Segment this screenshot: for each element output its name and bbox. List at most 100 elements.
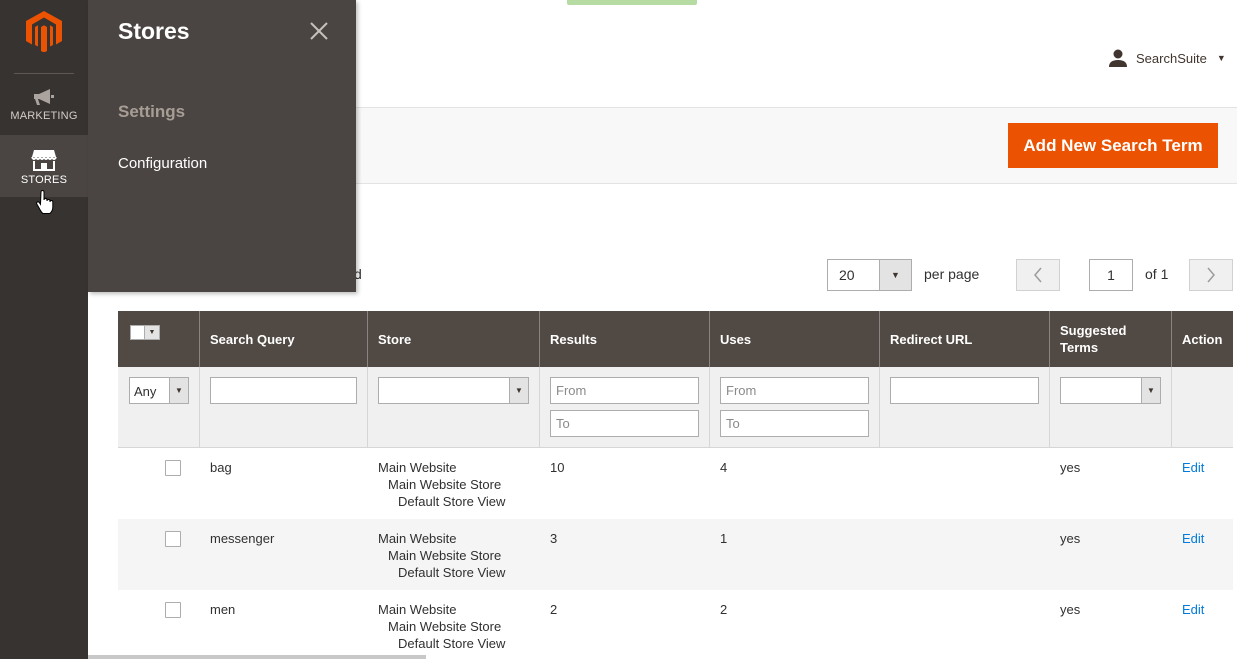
flyout-link-configuration[interactable]: Configuration <box>118 155 207 172</box>
cell-store: Main Website Main Website Store Default … <box>368 590 540 659</box>
edit-link[interactable]: Edit <box>1182 460 1204 475</box>
cell-action: Edit <box>1172 590 1233 659</box>
store-view: Default Store View <box>398 565 506 580</box>
results-to-input[interactable] <box>550 410 699 437</box>
massaction-filter-select[interactable]: Any ▼ <box>129 377 189 404</box>
header-suggested-terms[interactable]: Suggested Terms <box>1050 311 1172 367</box>
store-group: Main Website Store <box>388 477 502 492</box>
chevron-down-icon[interactable]: ▼ <box>879 260 911 290</box>
cell-uses: 1 <box>720 531 728 546</box>
row-checkbox[interactable] <box>165 531 181 547</box>
row-checkbox[interactable] <box>165 602 181 618</box>
cell-store: Main Website Main Website Store Default … <box>368 448 540 519</box>
cell-results: 10 <box>550 460 565 475</box>
cell-redirect-url <box>880 519 1050 590</box>
cell-redirect-url <box>880 448 1050 519</box>
redirect-url-filter-input[interactable] <box>890 377 1039 404</box>
filter-cell-suggested: ▼ <box>1050 367 1172 447</box>
store-group: Main Website Store <box>388 619 502 634</box>
search-query-filter-input[interactable] <box>210 377 357 404</box>
chevron-down-icon: ▼ <box>1216 53 1226 63</box>
previous-page-button[interactable] <box>1016 259 1060 291</box>
store-website: Main Website <box>378 531 457 546</box>
row-checkbox-cell <box>118 590 200 659</box>
user-account-menu[interactable]: SearchSuite ▼ <box>1108 49 1226 67</box>
page-number-input[interactable] <box>1089 259 1133 291</box>
select-all-checkbox[interactable] <box>130 325 145 340</box>
chevron-down-icon[interactable]: ▼ <box>169 378 188 403</box>
cell-search-query: men <box>210 602 236 617</box>
flyout-group-settings: Settings <box>118 102 186 121</box>
cell-results: 3 <box>550 531 558 546</box>
edit-link[interactable]: Edit <box>1182 602 1204 617</box>
uses-from-input[interactable] <box>720 377 869 404</box>
mass-action-select[interactable]: ▼ <box>130 325 160 340</box>
header-results[interactable]: Results <box>540 311 710 367</box>
chevron-down-icon[interactable]: ▼ <box>509 378 528 403</box>
nav-item-stores[interactable]: STORES <box>0 135 88 197</box>
page-count-label: of 1 <box>1145 266 1169 282</box>
suggested-terms-filter-value <box>1061 378 1141 403</box>
magento-logo-icon[interactable] <box>25 10 63 52</box>
row-checkbox[interactable] <box>165 460 181 476</box>
nav-item-marketing-label: MARKETING <box>10 110 78 122</box>
megaphone-icon <box>34 89 54 105</box>
store-website: Main Website <box>378 460 457 475</box>
table-row: bag Main Website Main Website Store Defa… <box>118 448 1233 519</box>
search-terms-grid: ▼ Search Query Store Results Uses Redire… <box>118 311 1233 659</box>
chevron-right-icon <box>1207 267 1215 283</box>
massaction-filter-value: Any <box>134 384 157 399</box>
table-row: men Main Website Main Website Store Defa… <box>118 590 1233 659</box>
add-new-search-term-button[interactable]: Add New Search Term <box>1008 123 1218 168</box>
results-from-input[interactable] <box>550 377 699 404</box>
cell-search-query: bag <box>210 460 232 475</box>
next-page-button[interactable] <box>1189 259 1233 291</box>
store-view: Default Store View <box>398 494 506 509</box>
store-filter-value <box>379 378 509 403</box>
cell-suggested-terms: yes <box>1060 460 1081 475</box>
cell-search-query: messenger <box>210 531 275 546</box>
success-button[interactable] <box>567 0 697 5</box>
row-checkbox-cell <box>118 448 200 519</box>
filter-cell-action <box>1172 367 1233 447</box>
store-group: Main Website Store <box>388 548 502 563</box>
uses-to-input[interactable] <box>720 410 869 437</box>
filter-cell-redirect <box>880 367 1050 447</box>
suggested-terms-filter-select[interactable]: ▼ <box>1060 377 1161 404</box>
cell-action: Edit <box>1172 519 1233 590</box>
per-page-label: per page <box>924 266 980 282</box>
store-website: Main Website <box>378 602 457 617</box>
storefront-icon <box>31 150 57 171</box>
grid-header-row: ▼ Search Query Store Results Uses Redire… <box>118 311 1233 367</box>
user-name: SearchSuite <box>1136 50 1207 66</box>
header-action: Action <box>1182 331 1223 347</box>
header-search-query[interactable]: Search Query <box>200 311 368 367</box>
cell-results: 2 <box>550 602 558 617</box>
header-store[interactable]: Store <box>368 311 540 367</box>
chevron-down-icon[interactable]: ▼ <box>1141 378 1160 403</box>
cell-redirect-url <box>880 590 1050 659</box>
hand-cursor-icon <box>36 190 54 214</box>
close-icon[interactable] <box>308 20 330 42</box>
cell-store: Main Website Main Website Store Default … <box>368 519 540 590</box>
filter-cell-massaction: Any ▼ <box>118 367 200 447</box>
store-filter-select[interactable]: ▼ <box>378 377 529 404</box>
cell-uses: 4 <box>720 460 728 475</box>
flyout-title: Stores <box>118 18 190 44</box>
nav-item-stores-label: STORES <box>20 174 68 186</box>
admin-sidebar: MARKETING STORES <box>0 0 88 659</box>
header-uses[interactable]: Uses <box>710 311 880 367</box>
header-redirect-url[interactable]: Redirect URL <box>880 311 1050 367</box>
user-icon <box>1109 49 1127 67</box>
nav-item-marketing[interactable]: MARKETING <box>0 73 88 135</box>
stores-flyout-panel: Stores Settings Configuration <box>88 0 356 292</box>
chevron-down-icon[interactable]: ▼ <box>145 325 160 340</box>
edit-link[interactable]: Edit <box>1182 531 1204 546</box>
filter-cell-store: ▼ <box>368 367 540 447</box>
row-checkbox-cell <box>118 519 200 590</box>
per-page-select[interactable]: 20 ▼ <box>827 259 912 291</box>
header-massaction: ▼ <box>118 311 200 367</box>
horizontal-scrollbar[interactable] <box>88 655 426 659</box>
filter-cell-uses <box>710 367 880 447</box>
grid-filter-row: Any ▼ ▼ ▼ <box>118 367 1233 448</box>
